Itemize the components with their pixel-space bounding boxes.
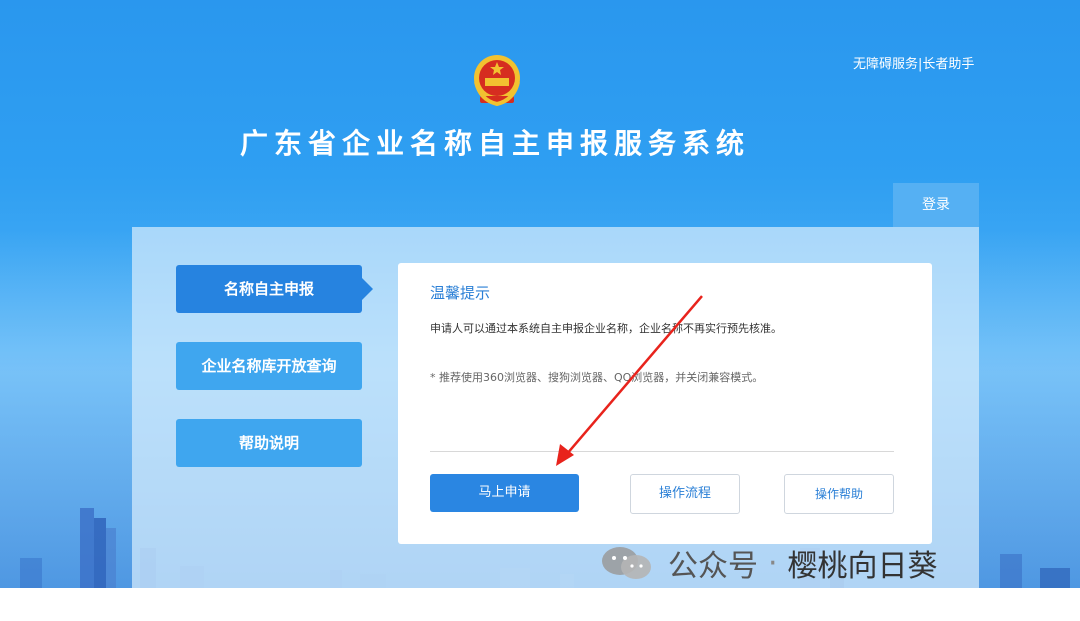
help-button[interactable]: 操作帮助 [784, 474, 894, 514]
notice-title: 温馨提示 [430, 284, 491, 302]
process-button[interactable]: 操作流程 [630, 474, 740, 514]
page: 无障碍服务|长者助手 广东省企业名称自主申报服务系统 登录 名称自主申报 企业名… [0, 0, 1080, 621]
login-tab[interactable]: 登录 [893, 183, 979, 227]
wechat-icon [602, 547, 651, 579]
national-emblem-icon [474, 55, 520, 107]
accessibility-link[interactable]: 无障碍服务|长者助手 [853, 53, 974, 72]
watermark-prefix: 公众号 [668, 549, 758, 584]
header-banner: 无障碍服务|长者助手 广东省企业名称自主申报服务系统 登录 名称自主申报 企业名… [0, 0, 1080, 588]
divider [430, 451, 894, 452]
sidebar-item-help[interactable]: 帮助说明 [176, 419, 362, 467]
sidebar-item-name-declaration[interactable]: 名称自主申报 [176, 265, 373, 313]
watermark-name: 樱桃向日葵 [787, 549, 938, 584]
site-title: 广东省企业名称自主申报服务系统 [239, 127, 750, 160]
watermark-separator: · [768, 545, 778, 581]
apply-now-button[interactable]: 马上申请 [430, 474, 579, 512]
sidebar-item-name-database-query[interactable]: 企业名称库开放查询 [176, 342, 362, 390]
notice-card: 温馨提示 申请人可以通过本系统自主申报企业名称，企业名称不再实行预先核准。 * … [398, 263, 932, 544]
notice-text: 申请人可以通过本系统自主申报企业名称，企业名称不再实行预先核准。 [430, 322, 782, 335]
browser-recommendation: * 推荐使用360浏览器、搜狗浏览器、QQ浏览器，并关闭兼容模式。 [430, 371, 764, 384]
wechat-watermark: 公众号 · 樱桃向日葵 [600, 543, 938, 584]
